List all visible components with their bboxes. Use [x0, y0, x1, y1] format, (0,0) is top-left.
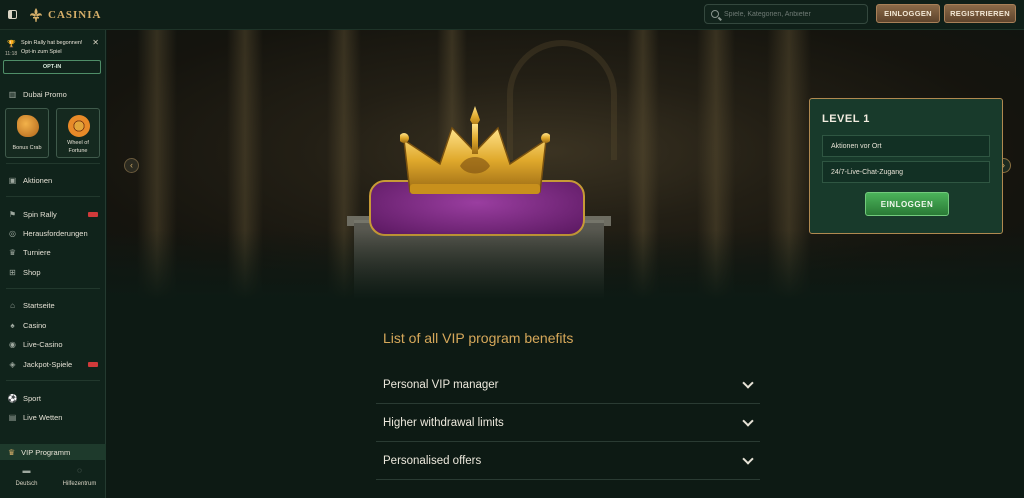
accordion-label: Higher withdrawal limits — [383, 416, 504, 429]
benefits-title: List of all VIP program benefits — [383, 330, 574, 346]
accordion-label: Personal VIP manager — [383, 378, 499, 391]
language-selector[interactable]: ▬ Deutsch — [0, 466, 53, 498]
flag-icon: ⚑ — [8, 209, 17, 219]
sidebar-item-turniere[interactable]: ♛ Turniere — [0, 244, 106, 260]
sidebar-item-shop[interactable]: ⊞ Shop — [0, 264, 106, 280]
help-label: Hilfezentrum — [62, 481, 97, 487]
ball-icon: ⚽ — [7, 393, 18, 403]
promo-title: Spin Rally hat begonnen! — [21, 40, 83, 46]
live-icon: ◉ — [9, 339, 16, 349]
sidebar-item-label: Dubai Promo — [23, 89, 67, 99]
help-icon: ◌ — [77, 466, 82, 475]
sidebar-item-label: VIP Programm — [21, 447, 71, 457]
sidebar-item-dubai-promo[interactable]: ▥ Dubai Promo — [0, 86, 106, 102]
accordion-label: Personalised offers — [383, 454, 482, 467]
building-icon: ▥ — [8, 89, 17, 99]
tile-label-line2: Fortune — [68, 148, 88, 154]
divider — [6, 163, 100, 164]
tile-wheel-of-fortune[interactable]: Wheel of Fortune — [56, 108, 100, 158]
login-button[interactable]: EINLOGGEN — [876, 4, 940, 23]
sidebar-item-label: Casino — [23, 320, 47, 330]
promo-time: 11:18 — [5, 51, 18, 57]
sidebar-item-live-wetten[interactable]: ▤ Live Wetten — [0, 409, 106, 425]
accordion-item[interactable]: Higher withdrawal limits — [376, 404, 760, 442]
sidebar-item-label: Herausforderungen — [23, 228, 88, 238]
search-box[interactable] — [704, 4, 868, 24]
target-icon: ◎ — [9, 228, 16, 238]
chevron-down-icon — [742, 415, 754, 427]
trophy-icon: ♛ — [8, 247, 17, 257]
opt-in-button[interactable]: OPT-IN — [3, 60, 101, 74]
level-title: LEVEL 1 — [822, 113, 870, 125]
sidebar-item-casino[interactable]: ♠ Casino — [0, 317, 106, 333]
level-perk: Aktionen vor Ort — [822, 135, 990, 157]
hero-fade — [107, 230, 1024, 300]
divider — [6, 196, 100, 197]
language-label: Deutsch — [15, 481, 38, 487]
crown-icon — [400, 106, 550, 194]
home-icon: ⌂ — [10, 300, 15, 310]
sidebar-item-aktionen[interactable]: ▣ Aktionen — [0, 172, 106, 188]
hot-badge — [88, 361, 98, 367]
tile-bonus-crab[interactable]: Bonus Crab — [5, 108, 49, 158]
wheel-icon — [68, 115, 90, 137]
sidebar-item-label: Shop — [23, 267, 41, 277]
carousel-prev-button[interactable]: ‹ — [124, 158, 139, 173]
hot-badge — [88, 211, 98, 217]
sidebar-item-label: Aktionen — [23, 175, 53, 185]
accordion-item[interactable]: Personalised offers — [376, 442, 760, 480]
tile-label: Bonus Crab — [12, 145, 42, 151]
sidebar-item-vip-programm[interactable]: ♛ VIP Programm — [0, 444, 106, 460]
brand-name: CASINIA — [48, 8, 102, 21]
cart-icon: ⊞ — [9, 267, 16, 277]
promo-notification: 🏆 11:18 Spin Rally hat begonnen! Opt-in … — [3, 38, 101, 78]
fleur-de-lis-icon — [30, 7, 42, 22]
flag-icon: ▬ — [22, 466, 31, 475]
trophy-icon: 🏆 — [7, 41, 16, 48]
cards-icon: ♠ — [10, 320, 15, 330]
top-bar: CASINIA EINLOGGEN REGISTRIEREN — [0, 0, 1024, 30]
logo[interactable]: CASINIA — [28, 7, 101, 23]
chevron-down-icon — [742, 377, 754, 389]
sidebar-item-spin-rally[interactable]: ⚑ Spin Rally — [0, 206, 106, 222]
sidebar-item-label: Jackpot-Spiele — [23, 359, 73, 369]
gift-icon: ▣ — [8, 175, 17, 185]
sidebar-item-label: Live-Casino — [23, 339, 63, 349]
promo-subtitle: Opt-in zum Spiel — [21, 49, 62, 55]
level-perk: 24/7-Live-Chat-Zugang — [822, 161, 990, 183]
sidebar-item-label: Live Wetten — [23, 412, 63, 422]
sidebar-item-label: Turniere — [23, 247, 51, 257]
level-card: LEVEL 1 Aktionen vor Ort 24/7-Live-Chat-… — [809, 98, 1003, 234]
sidebar-item-herausforderungen[interactable]: ◎ Herausforderungen — [0, 225, 106, 241]
level-login-button[interactable]: EINLOGGEN — [865, 192, 949, 216]
divider — [6, 380, 100, 381]
sidebar-item-jackpot-spiele[interactable]: ◈ Jackpot-Spiele — [0, 356, 106, 372]
sidebar-item-startseite[interactable]: ⌂ Startseite — [0, 297, 106, 313]
sidebar-item-live-casino[interactable]: ◉ Live-Casino — [0, 336, 106, 352]
sidebar: 🏆 11:18 Spin Rally hat begonnen! Opt-in … — [0, 30, 106, 498]
divider — [6, 288, 100, 289]
sidebar-item-sport[interactable]: ⚽ Sport — [0, 390, 106, 406]
search-icon — [711, 10, 719, 18]
accordion-item[interactable]: Personal VIP manager — [376, 366, 760, 404]
sidebar-item-label: Sport — [23, 393, 41, 403]
sidebar-toggle-icon[interactable] — [0, 0, 24, 30]
chevron-down-icon — [742, 453, 754, 465]
register-button[interactable]: REGISTRIEREN — [944, 4, 1016, 23]
close-icon[interactable]: ✕ — [92, 38, 99, 47]
crown-icon: ♛ — [8, 447, 16, 457]
help-center-link[interactable]: ◌ Hilfezentrum — [53, 466, 106, 498]
jackpot-icon: ◈ — [9, 359, 16, 369]
search-input[interactable] — [724, 10, 864, 18]
live-bet-icon: ▤ — [8, 412, 17, 422]
crab-icon — [17, 115, 39, 137]
sidebar-item-label: Startseite — [23, 300, 55, 310]
sidebar-item-label: Spin Rally — [23, 209, 57, 219]
tile-label-line1: Wheel of — [67, 140, 89, 146]
